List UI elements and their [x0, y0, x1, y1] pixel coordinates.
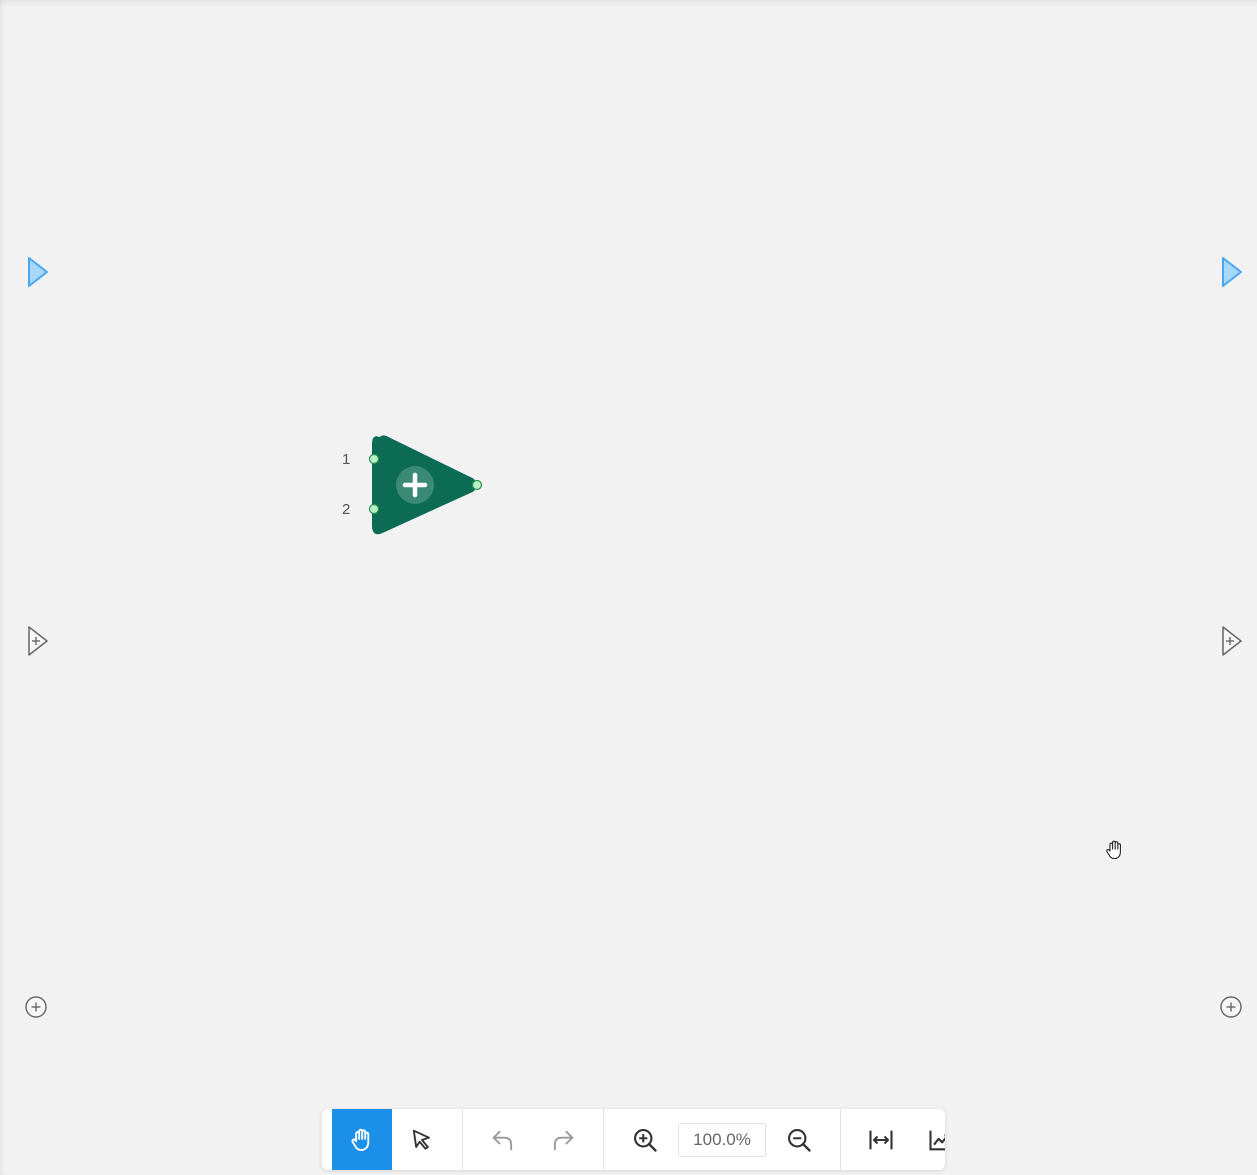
diagram-canvas[interactable]: 1 2 100.0%: [0, 0, 1257, 1175]
right-add-port-button[interactable]: [1219, 624, 1245, 658]
hand-cursor-icon: [1103, 838, 1127, 862]
fit-width-icon: [869, 1130, 893, 1149]
zoom-in-icon: [634, 1128, 657, 1152]
left-add-button[interactable]: [24, 995, 48, 1019]
hand-icon: [351, 1128, 370, 1151]
plus-icon: [396, 466, 434, 504]
undo-icon: [492, 1130, 513, 1150]
view-group: [841, 1109, 945, 1170]
redo-icon: [553, 1130, 574, 1150]
chart-icon: [929, 1130, 945, 1150]
plot-button[interactable]: [911, 1109, 945, 1170]
redo-button[interactable]: [533, 1109, 593, 1170]
zoom-in-button[interactable]: [614, 1109, 676, 1170]
tool-mode-group: [322, 1109, 463, 1170]
add-circle-icon: [1220, 996, 1242, 1018]
right-outport-arrow-button[interactable]: [1219, 255, 1245, 289]
output-port[interactable]: [471, 479, 483, 491]
zoom-out-button[interactable]: [768, 1109, 830, 1170]
add-circle-icon: [25, 996, 47, 1018]
right-add-button[interactable]: [1219, 995, 1243, 1019]
zoom-group: 100.0%: [604, 1109, 841, 1170]
pointer-arrow-icon: [412, 1129, 430, 1150]
sum-block[interactable]: [364, 430, 488, 540]
input-port-2[interactable]: [368, 503, 380, 515]
history-group: [463, 1109, 604, 1170]
canvas-toolbar: 100.0%: [322, 1109, 945, 1170]
fit-to-view-button[interactable]: [851, 1109, 911, 1170]
inport-triangle-icon: [28, 257, 48, 287]
add-port-icon: [28, 626, 48, 656]
add-port-icon: [1222, 626, 1242, 656]
input-port-label-1: 1: [342, 451, 351, 468]
pan-tool-button[interactable]: [332, 1109, 392, 1170]
inport-triangle-icon: [1222, 257, 1242, 287]
undo-button[interactable]: [473, 1109, 533, 1170]
zoom-out-icon: [788, 1128, 811, 1152]
select-tool-button[interactable]: [392, 1109, 452, 1170]
input-port-label-2: 2: [342, 501, 351, 518]
zoom-level-field[interactable]: 100.0%: [678, 1122, 766, 1157]
left-inport-arrow-button[interactable]: [25, 255, 51, 289]
left-add-port-button[interactable]: [25, 624, 51, 658]
input-port-1[interactable]: [368, 453, 380, 465]
